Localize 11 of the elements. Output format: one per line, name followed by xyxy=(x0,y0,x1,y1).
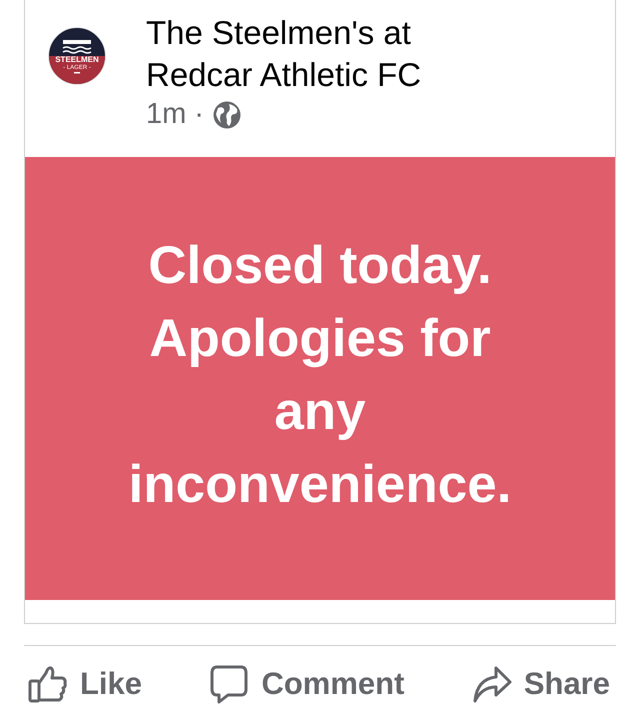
announcement-text: Closed today. Apologies for any inconvenience. xyxy=(128,234,512,516)
comment-button[interactable]: Comment xyxy=(209,664,404,704)
speech-bubble-icon xyxy=(209,664,250,704)
share-arrow-icon xyxy=(472,664,512,704)
page-name[interactable]: The Steelmen's at Redcar Athletic FC xyxy=(146,12,526,96)
share-button[interactable]: Share xyxy=(472,664,610,704)
thumbs-up-icon xyxy=(28,664,68,704)
separator-dot: · xyxy=(194,98,204,131)
globe-icon xyxy=(212,100,242,130)
like-button[interactable]: Like xyxy=(28,664,142,704)
post-time[interactable]: 1m xyxy=(146,98,186,131)
